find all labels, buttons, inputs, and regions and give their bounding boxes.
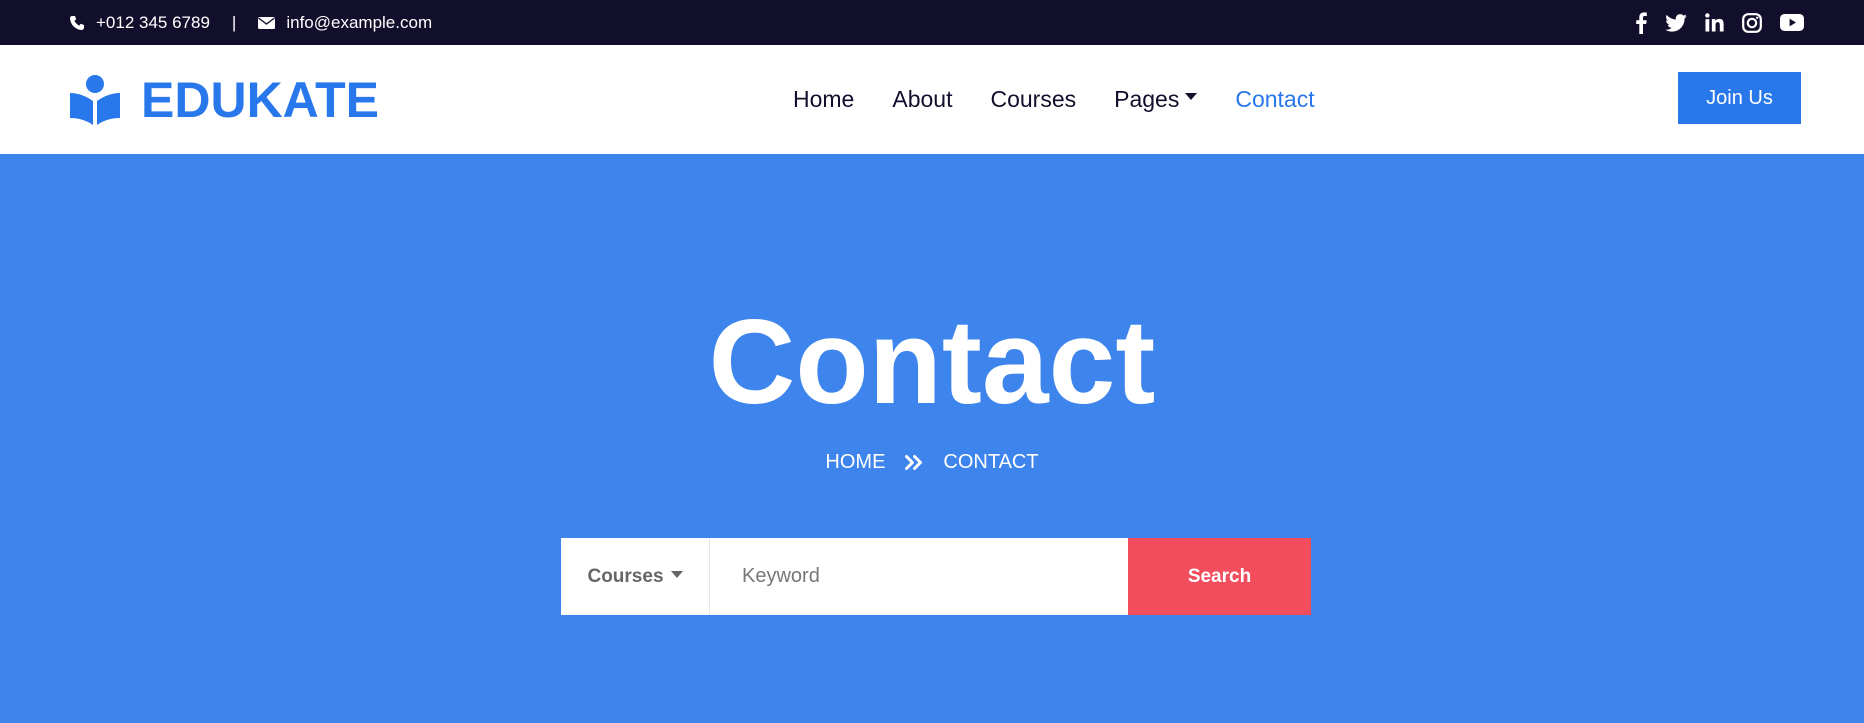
- join-us-button[interactable]: Join Us: [1678, 72, 1801, 124]
- facebook-icon[interactable]: [1635, 11, 1647, 34]
- breadcrumb-contact: CONTACT: [943, 451, 1039, 473]
- envelope-icon: [258, 16, 276, 29]
- brand-logo[interactable]: EDUKATE: [69, 45, 379, 154]
- nav-menu: Home About Courses Pages Contact: [793, 45, 1353, 154]
- brand-name: EDUKATE: [141, 71, 379, 128]
- top-bar-contact: +012 345 6789 | info@example.com: [69, 0, 432, 45]
- search-button[interactable]: Search: [1128, 538, 1311, 615]
- nav-courses[interactable]: Courses: [990, 86, 1076, 113]
- nav-about[interactable]: About: [892, 86, 952, 113]
- keyword-input[interactable]: [710, 538, 1128, 615]
- phone-item: +012 345 6789: [69, 13, 210, 33]
- nav-home[interactable]: Home: [793, 86, 854, 113]
- nav-pages-dropdown[interactable]: Pages: [1114, 86, 1198, 113]
- course-search-bar: Courses Search: [561, 538, 1311, 615]
- page-title: Contact: [708, 295, 1156, 429]
- contact-separator: |: [231, 12, 237, 32]
- book-reader-icon: [70, 74, 120, 125]
- breadcrumb-home[interactable]: HOME: [825, 451, 885, 474]
- social-links: [1635, 0, 1804, 45]
- phone-number: +012 345 6789: [96, 12, 210, 32]
- chevron-down-icon: [670, 571, 683, 578]
- youtube-icon[interactable]: [1780, 14, 1804, 31]
- breadcrumb: HOME CONTACT: [0, 451, 1864, 474]
- email-item: info@example.com: [258, 13, 432, 33]
- main-navbar: EDUKATE Home About Courses Pages Contact…: [0, 45, 1864, 154]
- instagram-icon[interactable]: [1742, 12, 1762, 33]
- nav-contact[interactable]: Contact: [1235, 86, 1314, 113]
- twitter-icon[interactable]: [1665, 13, 1687, 32]
- linkedin-icon[interactable]: [1705, 13, 1724, 32]
- phone-icon: [70, 15, 84, 30]
- top-bar: +012 345 6789 | info@example.com: [0, 0, 1864, 45]
- email-address: info@example.com: [286, 12, 433, 32]
- page-header-hero: Contact HOME CONTACT Courses Search: [0, 154, 1864, 723]
- double-chevron-right-icon: [905, 455, 923, 470]
- category-dropdown[interactable]: Courses: [561, 538, 710, 615]
- nav-pages-label: Pages: [1114, 86, 1180, 112]
- category-dropdown-label: Courses: [587, 565, 664, 587]
- chevron-down-icon: [1185, 93, 1198, 100]
